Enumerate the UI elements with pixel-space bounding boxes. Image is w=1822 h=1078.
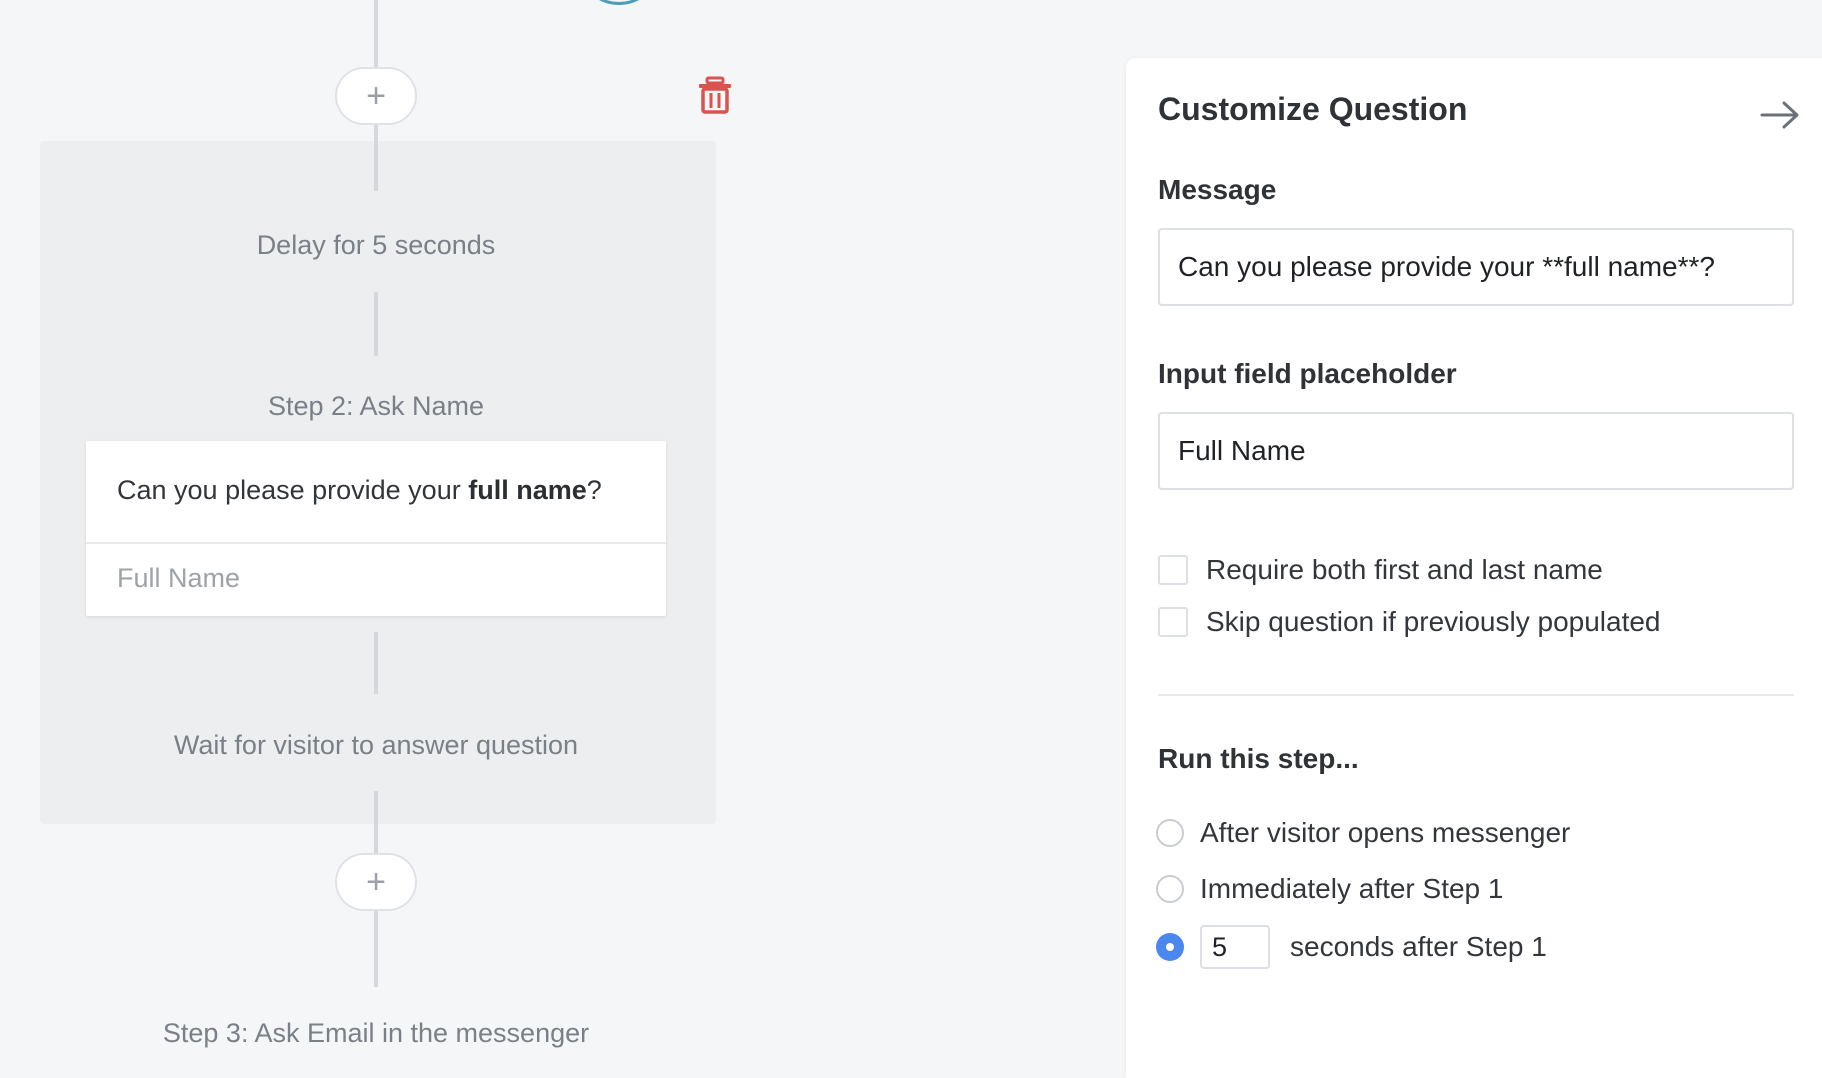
wait-label: Wait for visitor to answer question [173,730,579,760]
section-divider [1158,694,1794,696]
plus-icon: + [366,862,386,901]
skip-if-populated-label: Skip question if previously populated [1206,606,1661,637]
placeholder-label: Input field placeholder [1158,358,1457,389]
require-full-name-option[interactable]: Require both first and last name [1158,554,1603,586]
flow-canvas: + Delay for 5 seconds Step 2: Ask Name C… [0,0,1120,1066]
delay-seconds-input[interactable] [1200,925,1270,969]
connector-line [374,0,378,68]
require-full-name-label: Require both first and last name [1206,554,1603,585]
skip-if-populated-checkbox[interactable] [1158,607,1188,637]
require-full-name-checkbox[interactable] [1158,555,1188,585]
step-2-title: Step 2: Ask Name [267,391,485,421]
preview-message: Can you please provide your full name? [117,475,602,505]
preview-input-placeholder: Full Name [117,563,241,593]
run-step-title: Run this step... [1158,743,1359,774]
run-option-after-open[interactable]: After visitor opens messenger [1156,817,1570,849]
step-3-title: Step 3: Ask Email in the messenger [162,1018,590,1048]
immediately-radio[interactable] [1156,875,1184,903]
panel-title: Customize Question [1158,91,1468,127]
skip-if-populated-option[interactable]: Skip question if previously populated [1158,606,1661,638]
preview-divider [86,542,666,544]
run-option-immediately[interactable]: Immediately after Step 1 [1156,873,1503,905]
add-step-button[interactable]: + [335,853,417,911]
customize-question-panel: Customize Question Message Input field p… [1126,58,1822,1078]
delay-radio[interactable] [1156,933,1184,961]
run-option-delay[interactable]: seconds after Step 1 [1156,925,1547,969]
placeholder-input[interactable] [1158,412,1794,490]
delay-label-text: seconds after Step 1 [1290,931,1547,962]
connector-line [374,292,378,356]
delay-label: Delay for 5 seconds [256,230,496,260]
connector-line [374,791,378,855]
previous-step-avatar [586,0,652,5]
trash-icon[interactable] [696,76,734,114]
connector-line [374,632,378,694]
connector-line [374,911,378,987]
question-preview-card[interactable]: Can you please provide your full name? F… [86,441,666,616]
message-input[interactable] [1158,228,1794,306]
immediately-label: Immediately after Step 1 [1200,873,1504,904]
after-open-label: After visitor opens messenger [1200,817,1571,848]
message-label: Message [1158,174,1277,205]
after-open-radio[interactable] [1156,819,1184,847]
plus-icon: + [366,76,386,115]
arrow-right-icon[interactable] [1760,100,1800,130]
add-step-button[interactable]: + [335,67,417,125]
connector-line [374,141,378,191]
preview-message-bold: full name [468,475,587,505]
